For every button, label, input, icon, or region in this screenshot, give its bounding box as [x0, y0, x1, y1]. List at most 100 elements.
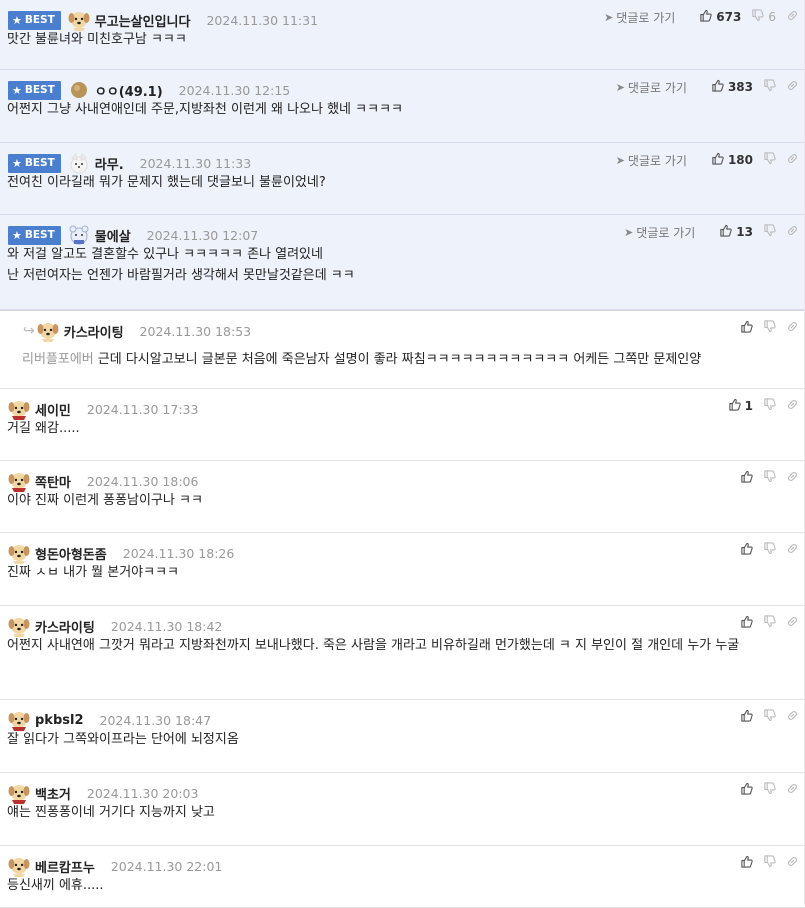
link-icon	[786, 9, 799, 25]
upvote-button[interactable]: 1	[728, 398, 753, 414]
share-link-button[interactable]	[786, 224, 799, 240]
share-link-button[interactable]	[786, 782, 799, 798]
avatar[interactable]	[8, 542, 30, 564]
avatar[interactable]	[8, 709, 30, 731]
avatar[interactable]	[68, 152, 90, 174]
comment-text: 거길 왜감.....	[7, 421, 80, 436]
upvote-button[interactable]	[740, 709, 753, 725]
upvote-button[interactable]	[740, 542, 753, 558]
downvote-button[interactable]	[763, 782, 776, 798]
downvote-button[interactable]: 6	[751, 9, 776, 25]
nickname[interactable]: ㅇㅇ(49.1)	[95, 81, 163, 100]
upvote-button[interactable]	[740, 470, 753, 486]
goto-comment-link[interactable]: ➤ 댓글로 가기	[616, 152, 687, 169]
thumbs-down-icon	[763, 224, 776, 240]
comment-actions: ➤ 댓글로 가기 180	[616, 152, 799, 168]
share-link-button[interactable]	[786, 398, 799, 414]
share-link-button[interactable]	[786, 855, 799, 871]
goto-label: 댓글로 가기	[616, 10, 676, 25]
avatar[interactable]	[68, 224, 90, 246]
share-link-button[interactable]	[786, 615, 799, 631]
link-icon	[786, 709, 799, 725]
share-link-button[interactable]	[786, 152, 799, 168]
upvote-button[interactable]	[740, 782, 753, 798]
star-icon: ★	[12, 156, 22, 170]
comment-text-container: 맛간 불륜녀와 미친호구남 ㅋㅋㅋ	[7, 29, 791, 50]
upvote-button[interactable]	[740, 320, 753, 336]
nickname[interactable]: 세이민	[35, 400, 71, 419]
link-icon	[786, 542, 799, 558]
avatar[interactable]	[8, 782, 30, 804]
nickname[interactable]: 카스라이팅	[64, 322, 124, 341]
nickname[interactable]: pkbsl2	[35, 713, 84, 728]
best-label: BEST	[24, 14, 55, 26]
downvote-button[interactable]	[763, 320, 776, 336]
upvote-button[interactable]	[740, 855, 753, 871]
send-arrow-icon: ➤	[615, 153, 625, 167]
nickname[interactable]: 백초거	[35, 784, 71, 803]
nickname[interactable]: 카스라이팅	[35, 617, 95, 636]
downvote-button[interactable]	[763, 542, 776, 558]
goto-comment-link[interactable]: ➤ 댓글로 가기	[604, 9, 675, 26]
share-link-button[interactable]	[786, 470, 799, 486]
comment-actions: ➤ 댓글로 가기 13	[624, 224, 799, 240]
share-link-button[interactable]	[786, 320, 799, 336]
avatar[interactable]	[8, 855, 30, 877]
goto-comment-link[interactable]: ➤ 댓글로 가기	[624, 224, 695, 241]
upvote-count: 673	[716, 10, 742, 24]
comment-meta: ↪ 카스라이팅 2024.11.30 18:53	[23, 320, 251, 342]
share-link-button[interactable]	[786, 542, 799, 558]
comment: 쪽탄마 2024.11.30 18:06 이야 진짜 이런게 퐁퐁남이구나 ㅋㅋ	[0, 461, 805, 533]
goto-comment-link[interactable]: ➤ 댓글로 가기	[616, 79, 687, 96]
best-badge: ★ BEST	[8, 10, 61, 30]
thumbs-up-icon	[740, 709, 753, 725]
mention[interactable]: 리버플포에버	[22, 352, 94, 367]
nickname[interactable]: 쪽탄마	[35, 472, 71, 491]
share-link-button[interactable]	[786, 79, 799, 95]
upvote-button[interactable]: 383	[711, 79, 753, 95]
nickname[interactable]: 베르캄프누	[35, 857, 95, 876]
downvote-count: 6	[768, 10, 776, 24]
thumbs-up-icon	[728, 398, 741, 414]
downvote-button[interactable]	[763, 224, 776, 240]
nickname[interactable]: 라무.	[95, 154, 124, 173]
upvote-button[interactable]: 13	[719, 224, 753, 240]
nickname[interactable]: 물에살	[95, 226, 131, 245]
thumbs-up-icon	[740, 615, 753, 631]
comment-date: 2024.11.30 22:01	[110, 858, 223, 874]
downvote-button[interactable]	[763, 470, 776, 486]
downvote-button[interactable]	[763, 615, 776, 631]
comment-date: 2024.11.30 18:26	[122, 545, 235, 561]
thumbs-up-icon	[740, 320, 753, 336]
avatar[interactable]	[8, 470, 30, 492]
best-comment: ★ BEST 물에살 2024.11.30 12:07 ➤ 댓글로 가기 13 와 저걸 알고…	[0, 215, 805, 310]
avatar[interactable]	[68, 79, 90, 101]
avatar[interactable]	[8, 615, 30, 637]
downvote-button[interactable]	[763, 79, 776, 95]
comment-date: 2024.11.30 18:53	[139, 323, 252, 339]
comment-meta: 베르캄프누 2024.11.30 22:01	[8, 855, 222, 877]
avatar[interactable]	[37, 320, 59, 342]
thumbs-down-icon	[763, 79, 776, 95]
goto-label: 댓글로 가기	[627, 153, 687, 168]
comment-meta: ★ BEST 물에살 2024.11.30 12:07	[8, 224, 258, 246]
share-link-button[interactable]	[786, 9, 799, 25]
avatar[interactable]	[68, 9, 90, 31]
downvote-button[interactable]	[763, 709, 776, 725]
comment-actions	[730, 709, 799, 725]
comment-text: 어쩐지 사내연애 그깟거 뭐라고 지방좌천까지 보내나했다. 죽은 사람을 개라…	[7, 638, 740, 653]
link-icon	[786, 615, 799, 631]
upvote-button[interactable]: 673	[699, 9, 741, 25]
upvote-button[interactable]: 180	[711, 152, 753, 168]
share-link-button[interactable]	[786, 709, 799, 725]
upvote-button[interactable]	[740, 615, 753, 631]
avatar[interactable]	[8, 398, 30, 420]
comment-actions	[730, 615, 799, 631]
nickname[interactable]: 무고는살인입니다	[95, 11, 191, 30]
nickname[interactable]: 형돈아형돈좀	[35, 544, 107, 563]
thumbs-down-icon	[763, 542, 776, 558]
downvote-button[interactable]	[763, 855, 776, 871]
downvote-button[interactable]	[763, 152, 776, 168]
downvote-button[interactable]	[763, 398, 776, 414]
thumbs-down-icon	[763, 398, 776, 414]
